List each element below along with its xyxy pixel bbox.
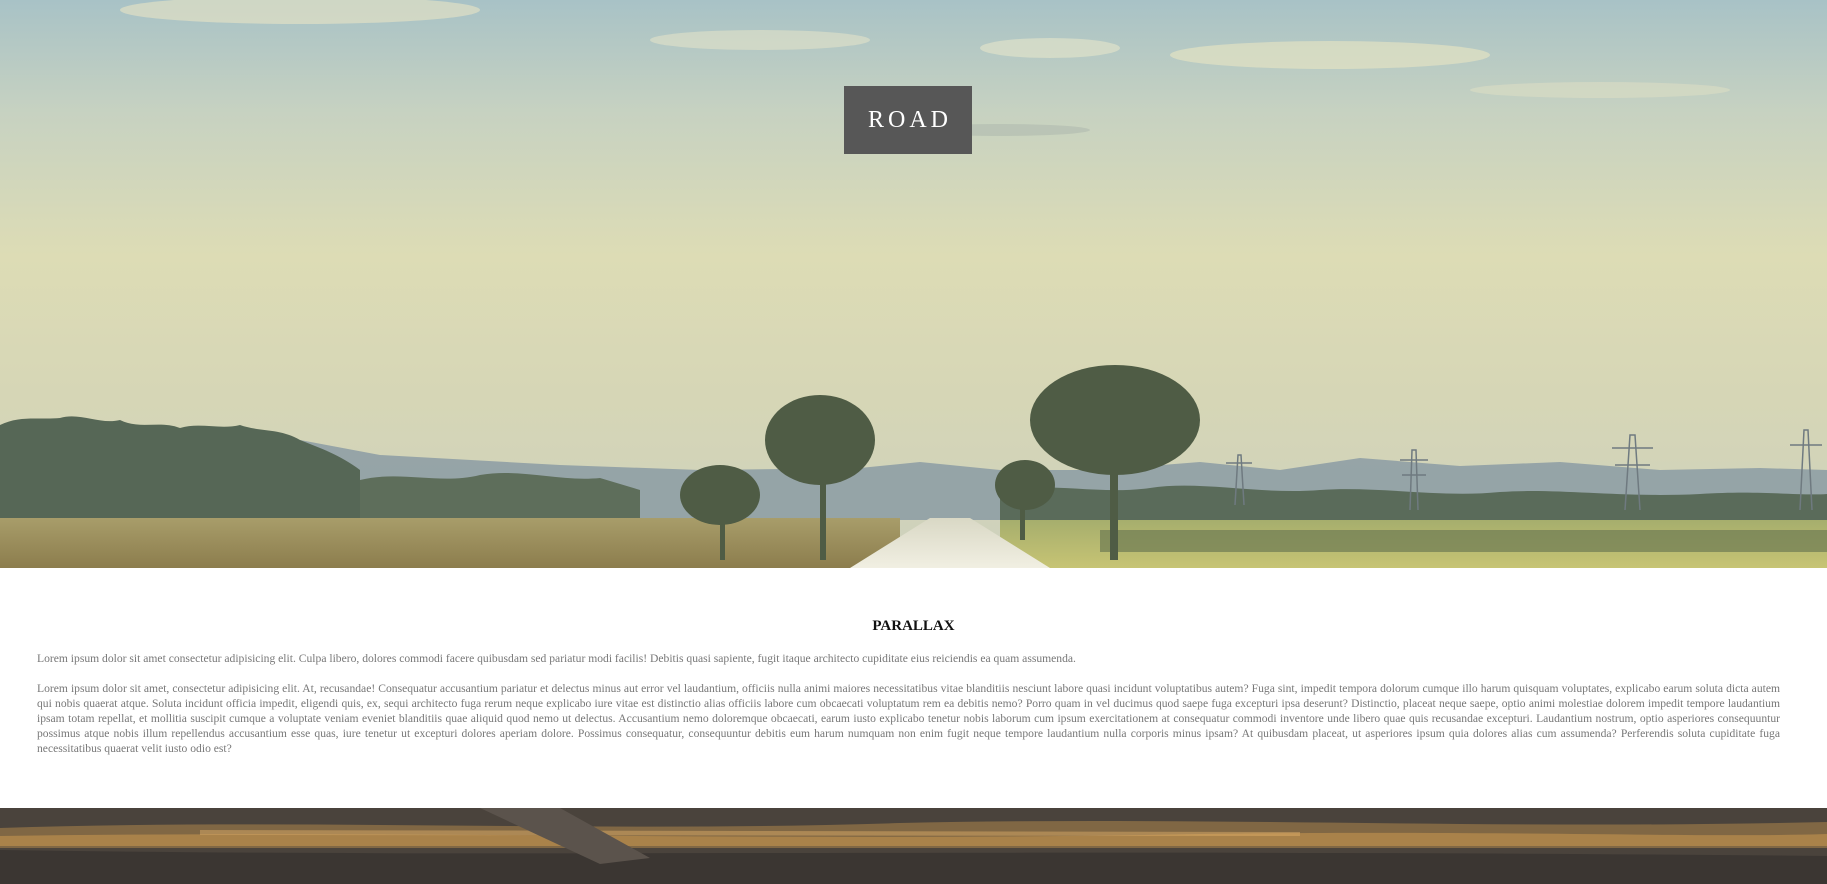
hero-title-box: ROAD bbox=[844, 86, 972, 154]
body-paragraph: Lorem ipsum dolor sit amet, consectetur … bbox=[37, 682, 1780, 755]
sunset-parallax-band bbox=[0, 808, 1827, 884]
hero-title: ROAD bbox=[867, 106, 952, 133]
intro-paragraph: Lorem ipsum dolor sit amet consectetur a… bbox=[37, 652, 1076, 665]
parallax-content-section: PARALLAX Lorem ipsum dolor sit amet cons… bbox=[0, 568, 1827, 808]
sunset-parallax-image bbox=[0, 808, 1827, 884]
hero-section: ROAD bbox=[0, 0, 1827, 568]
section-title: PARALLAX bbox=[872, 618, 955, 634]
